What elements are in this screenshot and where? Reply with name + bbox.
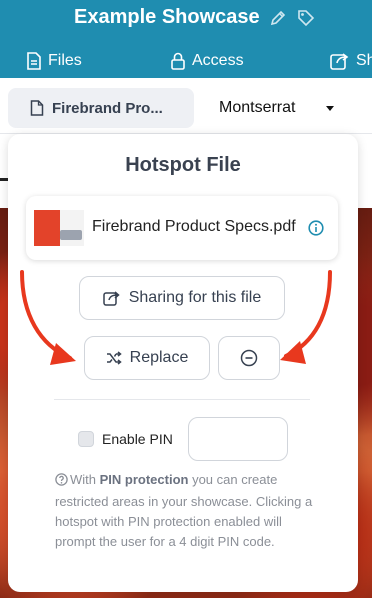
enable-pin-label: Enable PIN	[102, 431, 173, 447]
title-row: Example Showcase	[74, 6, 316, 29]
tab-share[interactable]: Sh	[330, 48, 372, 74]
pin-help-text: With PIN protection you can create restr…	[55, 470, 315, 552]
thumbnail-cover	[34, 210, 60, 246]
tab-access[interactable]: Access	[170, 48, 244, 74]
showcase-title: Example Showcase	[74, 6, 260, 28]
divider	[54, 399, 310, 400]
replace-button-label: Replace	[129, 349, 189, 366]
thumbnail-product	[60, 230, 82, 240]
question-circle-icon	[55, 472, 68, 492]
tab-share-label: Sh	[356, 52, 372, 69]
file-chip[interactable]: Firebrand Pro...	[8, 88, 194, 128]
pin-row: Enable PIN	[78, 417, 173, 461]
file-toolbar: Firebrand Pro... Montserrat	[0, 78, 372, 134]
pencil-icon[interactable]	[268, 8, 288, 28]
popover-title: Hotspot File	[125, 154, 241, 176]
file-icon	[27, 52, 41, 70]
enable-pin-checkbox[interactable]	[78, 431, 94, 447]
tab-access-label: Access	[192, 52, 244, 69]
tag-icon[interactable]	[296, 8, 316, 28]
file-chip-label: Firebrand Pro...	[52, 99, 163, 117]
tab-files[interactable]: Files	[26, 48, 82, 74]
pdf-thumbnail	[34, 210, 84, 246]
file-card: Firebrand Product Specs.pdf	[26, 196, 338, 260]
sharing-button-label: Sharing for this file	[128, 289, 262, 306]
remove-button[interactable]	[218, 336, 280, 380]
app-header: Example Showcase Files Access Sh	[0, 0, 372, 78]
share-icon	[330, 53, 349, 70]
tab-files-label: Files	[48, 52, 82, 69]
help-text-pre: With	[70, 472, 100, 487]
font-select-value: Montserrat	[219, 99, 296, 116]
info-icon[interactable]	[308, 220, 324, 241]
edge-mark	[0, 178, 8, 181]
help-text-bold: PIN protection	[99, 472, 189, 487]
minus-circle-icon	[240, 349, 258, 367]
pin-input[interactable]	[188, 417, 288, 461]
font-select[interactable]: Montserrat	[219, 99, 295, 117]
replace-button[interactable]: Replace	[84, 336, 210, 380]
shuffle-icon	[106, 351, 122, 365]
file-icon	[30, 100, 44, 116]
hotspot-file-popover: Hotspot File Firebrand Product Specs.pdf…	[8, 134, 358, 592]
file-name: Firebrand Product Specs.pdf	[92, 218, 296, 235]
chevron-down-icon[interactable]	[326, 106, 334, 111]
lock-icon	[171, 52, 185, 70]
sharing-button[interactable]: Sharing for this file	[79, 276, 285, 320]
share-icon	[102, 291, 120, 306]
